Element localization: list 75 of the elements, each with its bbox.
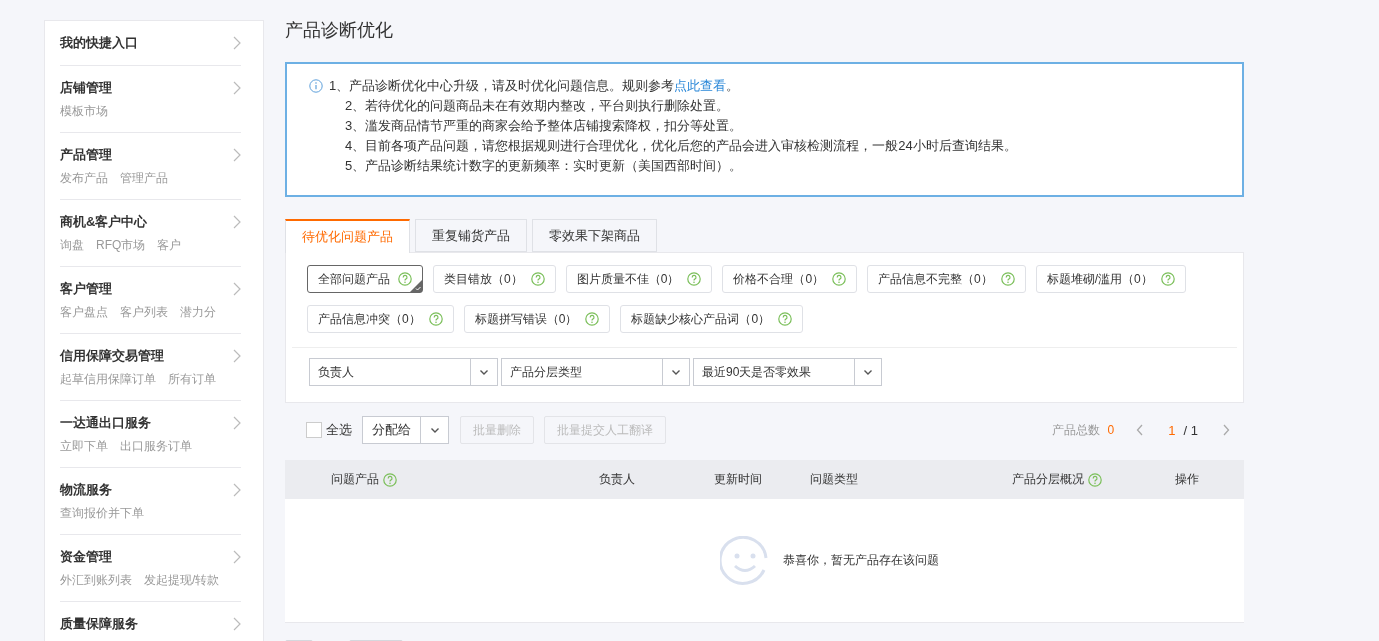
help-icon[interactable] [428, 312, 443, 326]
notice-line: 5、产品诊断结果统计数字的更新频率：实时更新（美国西部时间）。 [344, 157, 744, 175]
filter-chip[interactable]: 标题拼写错误（0） [463, 305, 611, 333]
help-icon[interactable] [1000, 272, 1015, 286]
help-icon[interactable] [1160, 272, 1175, 286]
chevron-icon [429, 425, 440, 435]
help-icon[interactable] [778, 312, 793, 326]
next-page-icon[interactable] [1222, 424, 1230, 436]
column-header: 负责人 [599, 471, 635, 488]
dropdown-select[interactable]: 最近90天是否零效果 [693, 358, 882, 386]
help-icon[interactable] [832, 272, 847, 286]
help-icon[interactable] [398, 272, 412, 286]
select-all-checkbox[interactable]: 全选 [306, 421, 352, 439]
tab[interactable]: 零效果下架商品 [532, 219, 657, 252]
tab[interactable]: 重复铺货产品 [415, 219, 527, 252]
prev-page-icon[interactable] [1136, 424, 1145, 436]
checkbox[interactable] [306, 422, 322, 438]
info-icon [309, 79, 323, 93]
total-count: 0 [1107, 423, 1115, 437]
filter-chip[interactable]: 价格不合理（0） [722, 265, 858, 293]
page-title: 产品诊断优化 [285, 20, 394, 40]
filter-chip[interactable]: 产品信息不完整（0） [867, 265, 1026, 293]
section-title[interactable]: 产品管理 [60, 146, 112, 164]
chevron-right-icon[interactable] [233, 36, 241, 50]
chevron-right-icon[interactable] [233, 483, 241, 497]
dropdown-select[interactable]: 负责人 [309, 358, 498, 386]
chevron-right-icon[interactable] [233, 416, 241, 430]
chevron-right-icon[interactable] [233, 81, 241, 95]
total-label: 产品总数 [1051, 421, 1100, 439]
notice-line: 4、目前各项产品问题，请您根据规则进行合理优化，优化后您的产品会进入审核检测流程，一般24小时后查询结果。 [344, 137, 1017, 155]
filter-chip[interactable]: 全部问题产品 [307, 265, 423, 293]
chevron-right-icon[interactable] [233, 148, 241, 162]
filter-chip[interactable]: 标题缺少核心产品词（0） [620, 305, 804, 333]
section-title[interactable]: 质量保障服务 [60, 615, 138, 633]
column-header: 操作 [1175, 471, 1199, 488]
page-count: / 1 [1183, 422, 1198, 438]
help-icon[interactable] [530, 272, 545, 286]
section-title[interactable]: 商机&客户中心 [60, 213, 148, 231]
section-title[interactable]: 物流服务 [60, 481, 112, 499]
smiley-icon [720, 535, 770, 586]
current-page: 1 [1168, 422, 1176, 438]
help-icon[interactable] [383, 472, 397, 487]
column-header: 问题类型 [810, 471, 858, 488]
help-icon[interactable] [687, 272, 702, 286]
notice-line: 3、滥发商品情节严重的商家会给予整体店铺搜索降权，扣分等处置。 [344, 117, 744, 135]
chevron-icon [863, 367, 873, 377]
filter-chip[interactable]: 产品信息冲突（0） [307, 305, 454, 333]
empty-message: 恭喜你，暂无产品存在该问题 [783, 552, 939, 569]
chevron-icon [671, 367, 681, 377]
rules-link[interactable]: 点此查看 [674, 78, 727, 93]
notice-line: 1、产品诊断优化中心升级，请及时优化问题信息。规则参考点此查看。 [329, 77, 741, 95]
section-title[interactable]: 一达通出口服务 [60, 414, 151, 432]
column-header: 产品分层概况 [1012, 471, 1084, 488]
check-corner-icon [410, 280, 422, 292]
chevron-right-icon[interactable] [233, 550, 241, 564]
help-icon[interactable] [585, 312, 600, 326]
column-header: 问题产品 [331, 471, 379, 488]
chevron-icon [479, 367, 489, 377]
section-title[interactable]: 我的快捷入口 [60, 34, 138, 52]
section-title[interactable]: 资金管理 [60, 548, 112, 566]
chevron-right-icon[interactable] [233, 349, 241, 363]
section-title[interactable]: 客户管理 [60, 280, 112, 298]
dropdown-select[interactable]: 产品分层类型 [501, 358, 690, 386]
chevron-right-icon[interactable] [233, 617, 241, 631]
filter-chip[interactable]: 类目错放（0） [433, 265, 556, 293]
filter-chip[interactable]: 图片质量不佳（0） [565, 265, 713, 293]
help-icon[interactable] [1088, 472, 1102, 487]
filter-chip[interactable]: 标题堆砌/滥用（0） [1035, 265, 1186, 293]
chevron-right-icon[interactable] [233, 215, 241, 229]
section-title[interactable]: 店铺管理 [60, 79, 112, 97]
section-title[interactable]: 信用保障交易管理 [60, 347, 164, 365]
notice-line: 2、若待优化的问题商品未在有效期内整改，平台则执行删除处置。 [344, 97, 731, 115]
assign-dropdown[interactable]: 分配给 [362, 416, 449, 444]
chevron-right-icon[interactable] [233, 282, 241, 296]
column-header: 更新时间 [714, 471, 762, 488]
